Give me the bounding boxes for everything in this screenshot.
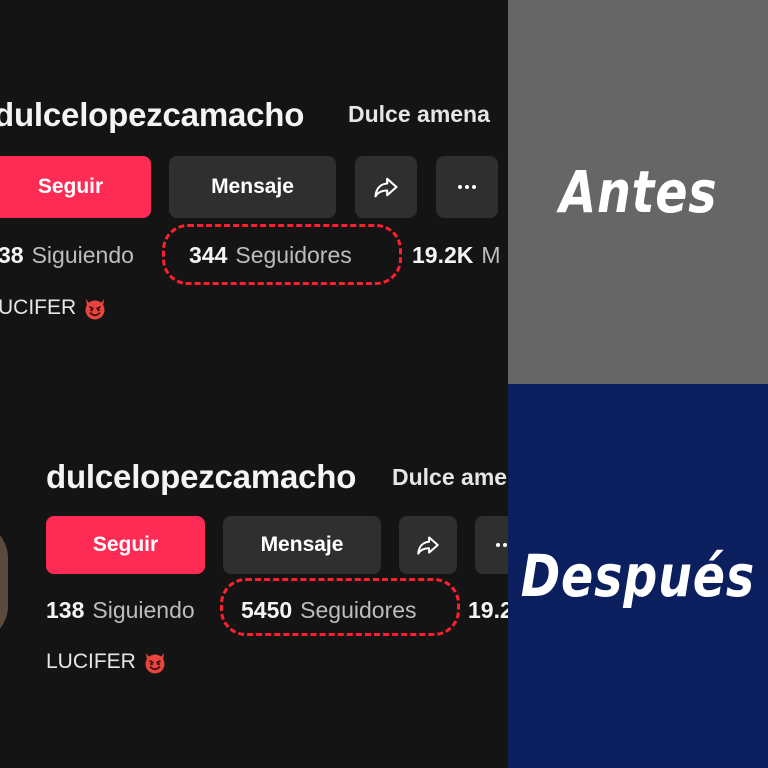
following-stat: 38 Siguiendo [0, 242, 134, 269]
follow-button[interactable]: Seguir [0, 156, 151, 218]
more-icon [458, 185, 476, 189]
share-icon [417, 536, 439, 555]
followers-label: Seguidores [300, 597, 417, 623]
share-button[interactable] [355, 156, 417, 218]
followers-label: Seguidores [235, 242, 352, 268]
likes-count: 19.2 [468, 597, 508, 623]
profile-display-name: Dulce ame [392, 464, 508, 490]
before-label: Antes [558, 158, 718, 226]
avatar[interactable] [0, 522, 8, 642]
likes-count: 19.2K [412, 242, 474, 268]
profile-username: dulcelopezcamacho [0, 96, 305, 133]
likes-label: M [481, 242, 501, 268]
smiling-devil-emoji-icon [145, 653, 165, 674]
more-options-button[interactable] [436, 156, 498, 218]
share-button[interactable] [399, 516, 457, 574]
likes-stat: 19.2K M [412, 242, 501, 269]
profile-username: dulcelopezcamacho [46, 458, 357, 495]
followers-count: 5450 [241, 597, 293, 623]
bio-text: LUCIFER [46, 650, 136, 673]
profile-screenshot-before: dulcelopezcamacho Dulce amena Seguir Men… [0, 0, 508, 384]
followers-stat: 344 Seguidores [189, 242, 352, 269]
smiling-devil-emoji-icon [85, 299, 105, 320]
profile-bio: LUCIFER [46, 649, 168, 675]
message-button[interactable]: Mensaje [223, 516, 381, 574]
following-label: Siguiendo [31, 242, 134, 268]
message-button[interactable]: Mensaje [169, 156, 336, 218]
followers-stat: 5450 Seguidores [241, 597, 417, 624]
more-options-button[interactable] [475, 516, 508, 574]
profile-display-name: Dulce amena [348, 101, 490, 127]
following-count: 38 [0, 242, 24, 268]
following-count: 138 [46, 597, 85, 623]
following-stat: 138 Siguiendo [46, 597, 195, 624]
after-label-panel: Después [508, 384, 768, 768]
share-icon [374, 177, 398, 198]
bio-text: UCIFER [0, 296, 77, 319]
profile-bio: UCIFER [0, 295, 108, 321]
after-label: Después [520, 542, 756, 610]
likes-stat: 19.2 [468, 597, 508, 624]
followers-count: 344 [189, 242, 228, 268]
before-label-panel: Antes [508, 0, 768, 384]
profile-screenshot-after: dulcelopezcamacho Dulce ame Seguir Mensa… [0, 384, 508, 768]
following-label: Siguiendo [92, 597, 195, 623]
more-icon [496, 543, 507, 547]
follow-button[interactable]: Seguir [46, 516, 205, 574]
